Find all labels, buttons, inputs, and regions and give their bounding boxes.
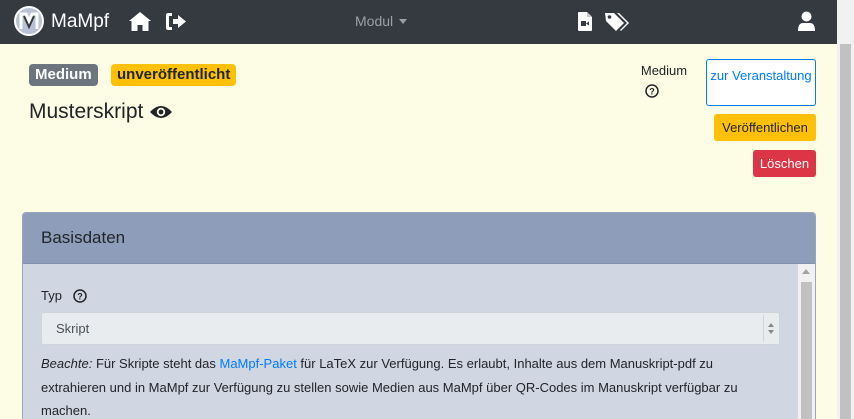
delete-button[interactable]: Löschen <box>753 150 816 177</box>
note-emphasis: Beachte: <box>41 356 93 371</box>
card-header: Basisdaten <box>23 213 815 264</box>
page-title-text: Musterskript <box>29 100 144 123</box>
user-icon[interactable] <box>797 11 816 32</box>
type-label-text: Typ <box>41 288 62 303</box>
latex-package-note: Beachte: Für Skripte steht das MaMpf-Pak… <box>41 352 781 419</box>
svg-text:?: ? <box>77 291 83 301</box>
chevron-down-icon <box>399 19 408 24</box>
medium-label: Medium <box>640 63 688 78</box>
type-select-value: Skript <box>56 321 90 336</box>
medium-badge: Medium <box>29 64 98 86</box>
go-to-course-button[interactable]: zur Veranstaltung <box>706 59 816 106</box>
svg-text:?: ? <box>649 87 655 97</box>
navbar: MaMpf Modul <box>0 0 837 44</box>
page-title: Musterskript <box>29 100 173 124</box>
eye-icon[interactable] <box>149 104 173 120</box>
card-scrollbar-thumb[interactable] <box>801 282 812 419</box>
logout-icon[interactable] <box>165 12 187 31</box>
window-scrollbar[interactable] <box>837 0 854 419</box>
scroll-up-icon[interactable] <box>802 269 810 274</box>
type-field-label: Typ ? <box>41 288 87 303</box>
basisdaten-card: Basisdaten Typ ? Skript Beachte: Für Skr… <box>22 212 816 419</box>
window-scrollbar-thumb[interactable] <box>840 44 851 419</box>
tags-icon[interactable] <box>604 11 632 32</box>
module-dropdown-label: Modul <box>355 13 394 29</box>
select-arrows-icon <box>763 315 777 342</box>
home-icon[interactable] <box>128 11 152 32</box>
video-file-icon[interactable] <box>577 11 593 32</box>
question-circle-icon[interactable]: ? <box>73 288 87 303</box>
brand-name[interactable]: MaMpf <box>51 11 109 33</box>
publish-button[interactable]: Veröffentlichen <box>714 114 816 141</box>
type-select[interactable]: Skript <box>41 312 780 345</box>
note-text-pre: Für Skripte steht das <box>92 356 220 371</box>
question-circle-icon[interactable]: ? <box>645 84 659 98</box>
status-badge: unveröffentlicht <box>111 64 237 86</box>
mampf-logo-icon <box>19 12 39 30</box>
mampf-package-link[interactable]: MaMpf-Paket <box>220 356 297 371</box>
module-dropdown[interactable]: Modul <box>355 13 408 29</box>
mampf-logo[interactable] <box>14 6 44 36</box>
card-scrollbar[interactable] <box>798 264 815 419</box>
